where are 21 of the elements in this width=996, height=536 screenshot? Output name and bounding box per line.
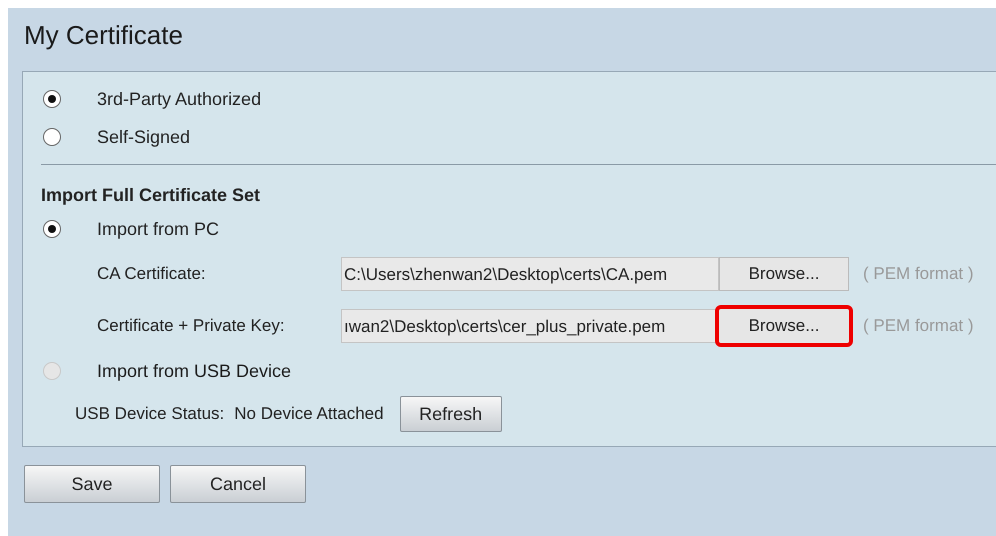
- radio-label: 3rd-Party Authorized: [97, 88, 262, 110]
- file-path-field[interactable]: C:\Users\zhenwan2\Desktop\certs\CA.pem: [341, 257, 719, 291]
- section-heading: Import Full Certificate Set: [41, 185, 262, 206]
- status-value: No Device Attached: [234, 404, 384, 424]
- refresh-button[interactable]: Refresh: [400, 396, 502, 432]
- cancel-button[interactable]: Cancel: [170, 465, 306, 503]
- field-label: Certificate + Private Key:: [97, 316, 286, 336]
- format-hint: ( PEM format ): [863, 316, 974, 336]
- save-button[interactable]: Save: [24, 465, 160, 503]
- radio-button[interactable]: [43, 128, 61, 146]
- browse-button[interactable]: Browse...: [719, 257, 849, 291]
- radio-button[interactable]: [43, 90, 61, 108]
- page-title: My Certificate: [24, 20, 184, 51]
- browse-button[interactable]: Browse...: [715, 305, 853, 347]
- radio-label: Import from USB Device: [97, 360, 292, 382]
- format-hint: ( PEM format ): [863, 264, 974, 284]
- radio-label: Self-Signed: [97, 126, 190, 148]
- status-label: USB Device Status:: [75, 404, 224, 424]
- field-label: CA Certificate:: [97, 264, 207, 284]
- radio-label: Import from PC: [97, 218, 220, 240]
- radio-button[interactable]: [43, 220, 61, 238]
